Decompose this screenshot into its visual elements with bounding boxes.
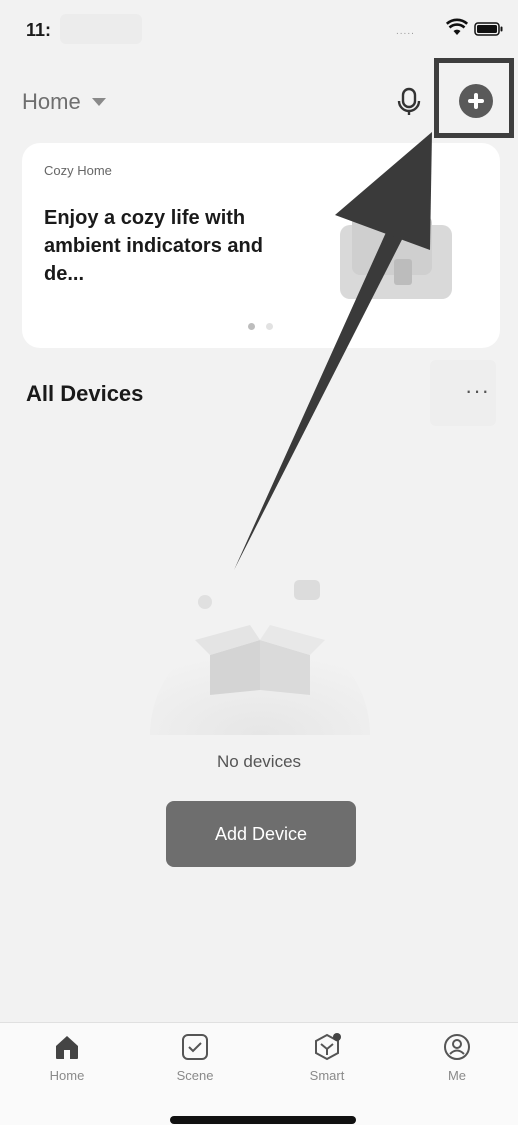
tab-smart[interactable]: Smart [282, 1032, 372, 1092]
tab-home[interactable]: Home [22, 1032, 112, 1092]
carousel-dot [266, 323, 273, 330]
empty-box-illustration [150, 580, 370, 735]
more-options-icon[interactable]: ··· [465, 380, 490, 402]
tab-home-label: Home [49, 1068, 85, 1083]
battery-icon [474, 22, 503, 36]
tab-me[interactable]: Me [412, 1032, 502, 1092]
tab-smart-label: Smart [309, 1068, 345, 1083]
microphone-icon[interactable] [396, 87, 422, 117]
scene-checkbox-icon [182, 1034, 208, 1060]
status-time: 11: [26, 20, 52, 40]
status-bar-blur [60, 14, 142, 44]
smart-icon [315, 1033, 341, 1061]
add-button[interactable] [459, 84, 493, 118]
banner-label: Cozy Home [44, 163, 112, 178]
home-indicator [170, 1116, 356, 1124]
house-illustration [340, 215, 452, 299]
all-devices-title: All Devices [26, 381, 144, 406]
home-selector[interactable]: Home [22, 89, 81, 115]
empty-state-message: No devices [216, 752, 302, 771]
tab-scene-label: Scene [176, 1068, 214, 1083]
wifi-icon [446, 18, 468, 35]
add-device-button[interactable]: Add Device [166, 801, 356, 867]
tab-scene[interactable]: Scene [150, 1032, 240, 1092]
banner-headline: Enjoy a cozy life with ambient indicator… [44, 207, 263, 285]
profile-icon [444, 1034, 470, 1060]
caret-down-icon[interactable] [92, 98, 106, 106]
tab-me-label: Me [447, 1068, 467, 1083]
home-icon [56, 1036, 78, 1059]
carousel-dot-active [248, 323, 255, 330]
signal-icon: ..... [396, 26, 415, 37]
